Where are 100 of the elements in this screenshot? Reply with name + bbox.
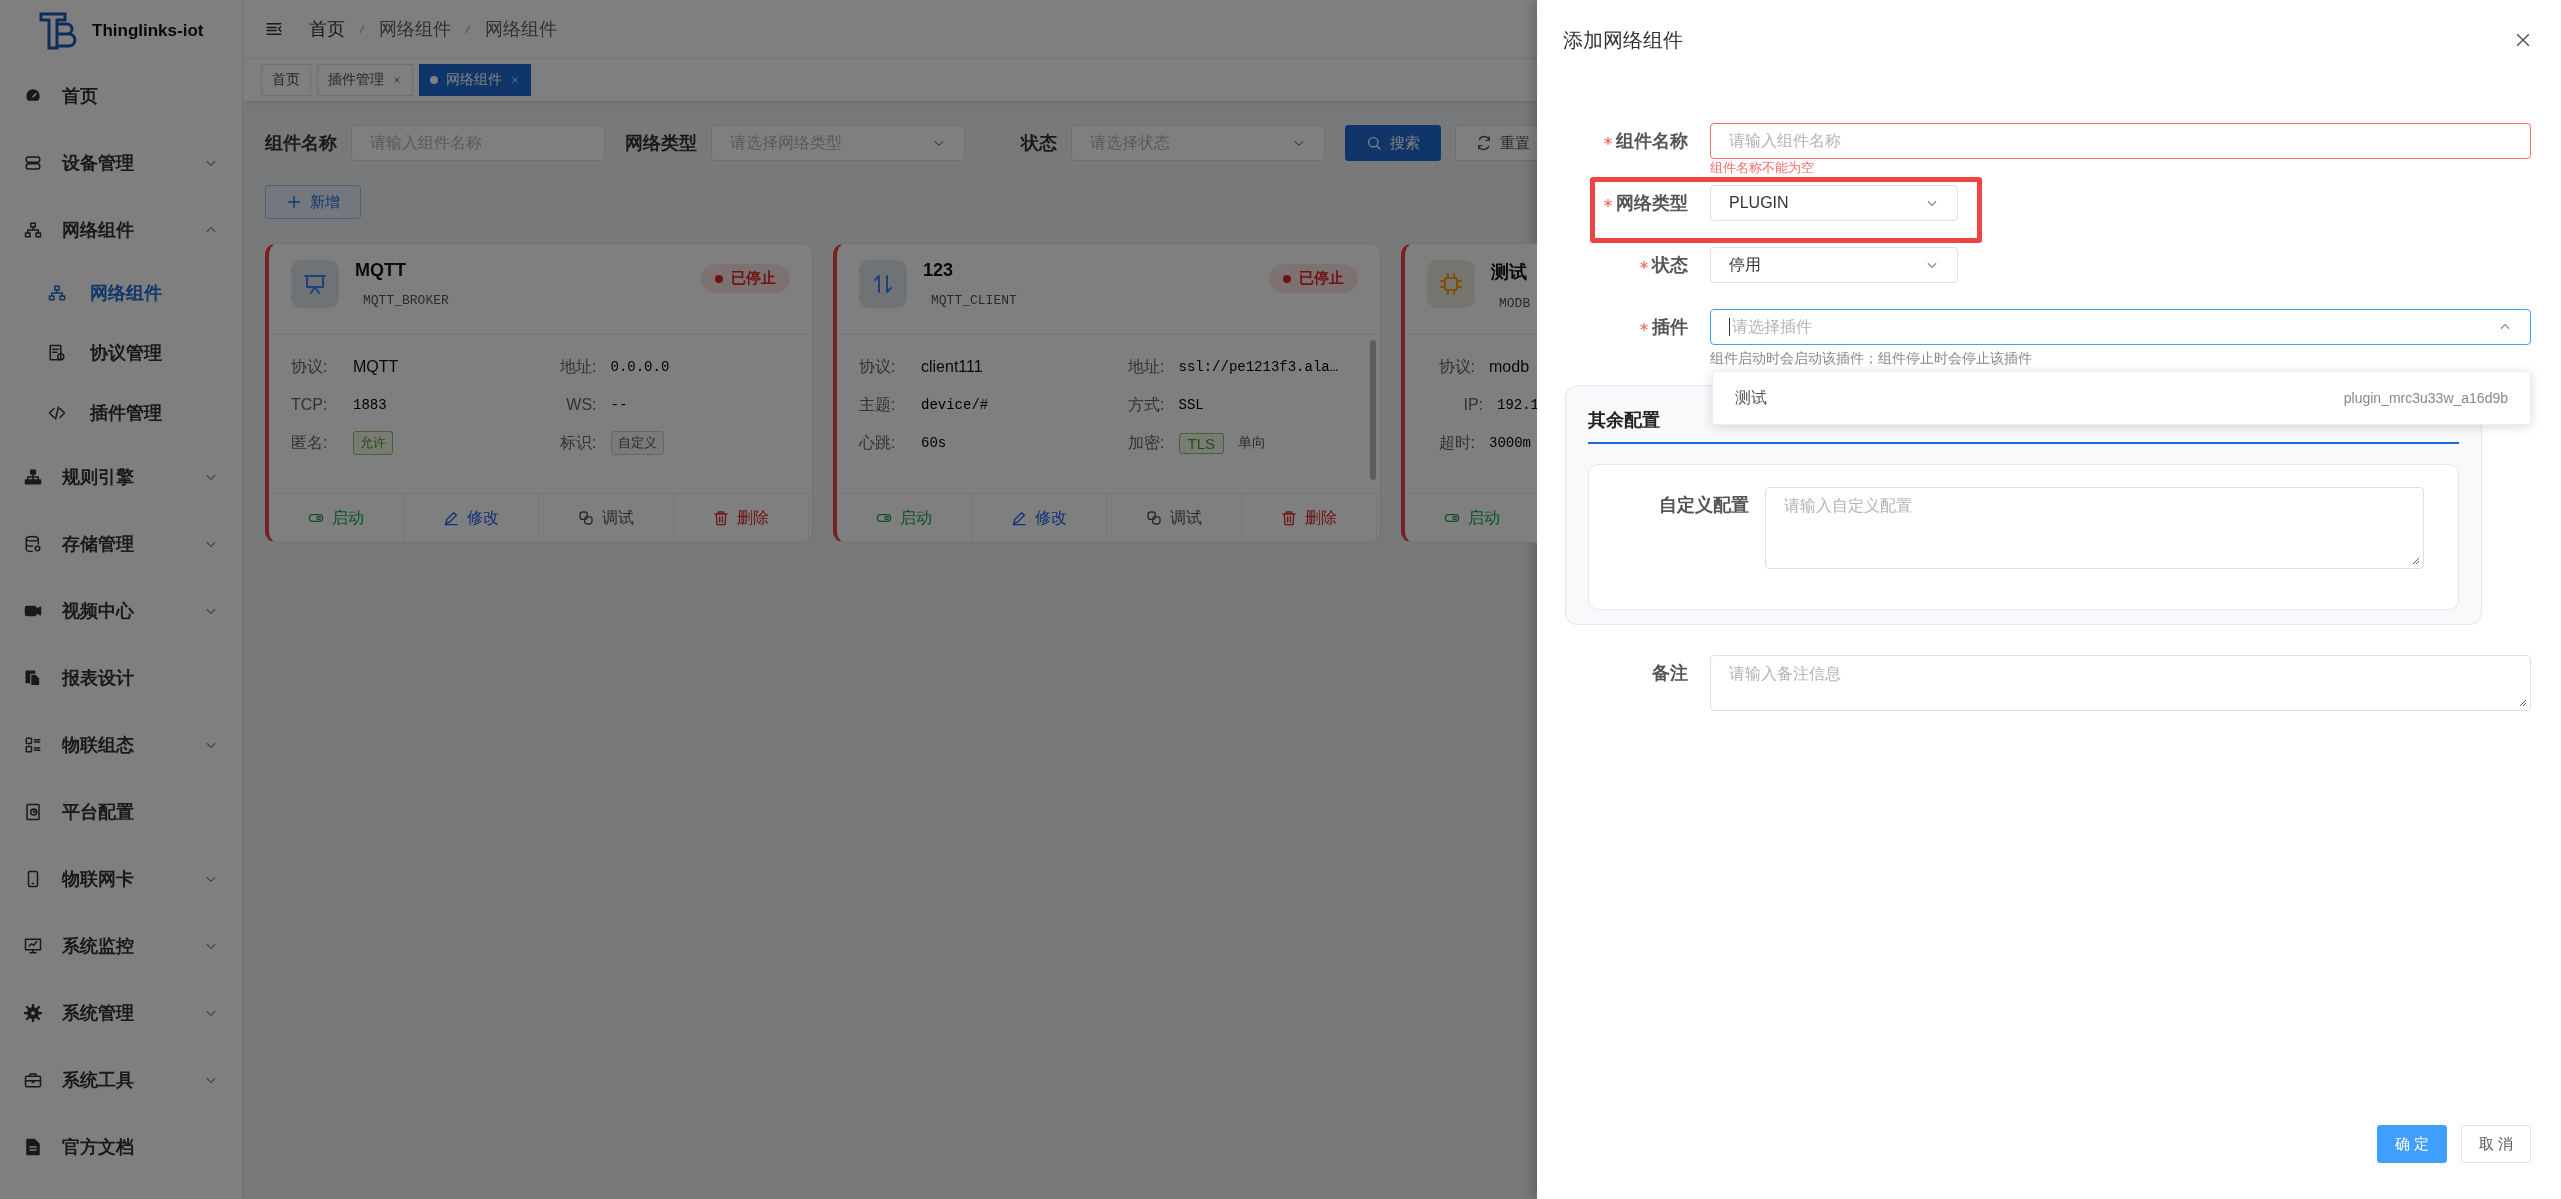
field-label: 插件	[1652, 316, 1688, 339]
cancel-button[interactable]: 取 消	[2461, 1125, 2531, 1163]
refresh-icon	[1476, 135, 1492, 151]
slash-icon	[463, 24, 473, 34]
code-icon	[48, 404, 66, 422]
network-icon	[48, 284, 66, 302]
trash-icon	[713, 510, 729, 526]
field-label: 备注	[1652, 662, 1688, 685]
document-globe-icon	[48, 344, 66, 362]
select-field[interactable]: 请选择插件	[1710, 309, 2531, 345]
card-action-button[interactable]: 启动	[269, 494, 404, 542]
tag: 允许	[353, 431, 393, 455]
page-tab[interactable]: 插件管理	[317, 64, 413, 96]
select-field[interactable]: 停用	[1710, 247, 1958, 283]
field-label: IP:	[1462, 396, 1483, 414]
search-button[interactable]: 搜索	[1345, 125, 1441, 161]
filter-label: 网络类型	[625, 132, 697, 155]
field-value: 1883	[353, 397, 387, 413]
field-value: 0.0.0.0	[610, 359, 670, 375]
field-label: 地址:	[559, 356, 597, 377]
breadcrumb-item: 网络组件	[485, 18, 557, 41]
field-value: modb	[1489, 358, 1530, 376]
grid-list-icon	[24, 735, 42, 754]
search-icon	[1366, 135, 1382, 151]
sidebar-item[interactable]: 物联网卡	[0, 845, 242, 912]
pencil-icon	[1011, 510, 1027, 526]
sidebar-item[interactable]: 官方文档	[0, 1113, 242, 1180]
status-badge: 已停止	[701, 264, 790, 293]
filter-label: 状态	[1019, 132, 1057, 155]
status-badge: 已停止	[1269, 264, 1358, 293]
filter-label: 组件名称	[265, 132, 337, 155]
textarea-field[interactable]: 请输入自定义配置	[1765, 487, 2424, 569]
sidebar-subitem[interactable]: 协议管理	[0, 323, 242, 383]
sidebar-subitem[interactable]: 网络组件	[0, 263, 242, 323]
sidebar-item[interactable]: 系统工具	[0, 1046, 242, 1113]
resize-grip-icon[interactable]	[2519, 699, 2527, 707]
sidebar-item[interactable]: 系统管理	[0, 979, 242, 1046]
close-icon[interactable]	[392, 75, 402, 85]
logo-icon	[38, 10, 78, 52]
page-tab[interactable]: 首页	[261, 64, 311, 96]
card-action-button[interactable]: 启动	[837, 494, 972, 542]
sidebar-item[interactable]: 网络组件	[0, 196, 242, 263]
field-label: 协议:	[1437, 356, 1475, 377]
dropdown-option[interactable]: 测试 plugin_mrc3u33w_a16d9b	[1713, 387, 2530, 409]
field-label: 网络类型	[1616, 192, 1688, 215]
field-label: 协议:	[859, 356, 897, 377]
sidebar-item[interactable]: 设备管理	[0, 129, 242, 196]
app-title: Thinglinks-iot	[92, 21, 204, 41]
sidebar-item[interactable]: 首页	[0, 62, 242, 129]
card-title: 测试	[1491, 261, 1528, 284]
add-button[interactable]: 新增	[265, 185, 361, 219]
briefcase-icon	[24, 1070, 42, 1089]
field-label: 主题:	[859, 394, 897, 415]
documents-icon	[24, 668, 42, 687]
field-label: 超时:	[1437, 432, 1475, 453]
document-icon	[24, 1137, 42, 1156]
menu-fold-icon	[265, 20, 283, 38]
database-icon	[24, 534, 42, 553]
card-title: 123	[923, 260, 955, 281]
sidebar-item[interactable]: 系统监控	[0, 912, 242, 979]
field-label: 地址:	[1127, 356, 1165, 377]
hint-text: 组件启动时会启动该插件；组件停止时会停止该插件	[1710, 349, 2033, 367]
sidebar-subitem[interactable]: 插件管理	[0, 383, 242, 443]
monitor-icon	[24, 936, 42, 955]
card-type: MQTT_BROKER	[362, 293, 450, 308]
sidebar-item[interactable]: 存储管理	[0, 510, 242, 577]
field-value: device/#	[921, 397, 989, 413]
resize-grip-icon[interactable]	[2412, 557, 2420, 565]
sidebar-item[interactable]: 视频中心	[0, 577, 242, 644]
sitemap-icon	[24, 467, 42, 486]
pencil-icon	[443, 510, 459, 526]
field-value: client111	[921, 358, 983, 376]
network-icon	[24, 220, 42, 239]
field-label: 方式:	[1127, 394, 1165, 415]
field-value: SSL	[1178, 397, 1204, 413]
sidebar-item[interactable]: 平台配置	[0, 778, 242, 845]
reset-button[interactable]: 重置	[1455, 125, 1537, 161]
confirm-button[interactable]: 确 定	[2377, 1125, 2447, 1163]
select-field[interactable]: PLUGIN	[1710, 185, 1958, 221]
sidebar-item[interactable]: 物联组态	[0, 711, 242, 778]
field-label: 协议:	[291, 356, 329, 377]
field-label: 标识:	[559, 432, 597, 453]
trash-icon	[1281, 510, 1297, 526]
field-value: 3000m	[1489, 435, 1531, 451]
input-field[interactable]: 请输入组件名称	[1710, 123, 2531, 159]
page-tab[interactable]: 网络组件	[419, 64, 531, 96]
link-icon	[1146, 510, 1162, 526]
slash-icon	[357, 24, 367, 34]
textarea-field[interactable]: 请输入备注信息	[1710, 655, 2531, 711]
field-value: 60s	[921, 435, 947, 451]
sidebar-item[interactable]: 规则引擎	[0, 443, 242, 510]
field-label: TCP:	[291, 396, 329, 414]
tag: TLS	[1178, 432, 1224, 454]
sidebar-item[interactable]: 报表设计	[0, 644, 242, 711]
error-message: 组件名称不能为空	[1710, 160, 1815, 176]
gear-icon	[24, 1003, 42, 1022]
field-label: WS:	[565, 396, 597, 414]
scrollbar[interactable]	[1370, 340, 1376, 480]
field-label: 自定义配置	[1658, 494, 1749, 517]
breadcrumb-item[interactable]: 首页	[309, 17, 345, 41]
